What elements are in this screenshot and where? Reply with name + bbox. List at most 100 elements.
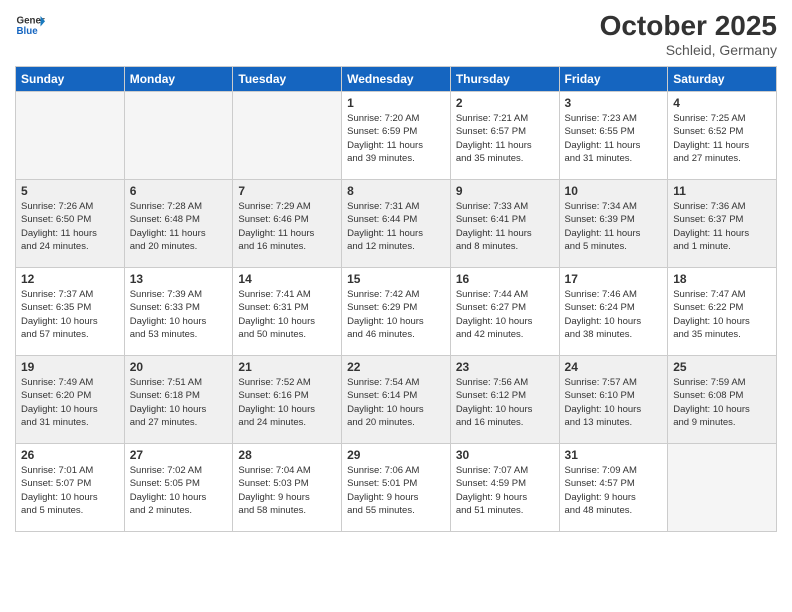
- day-info: Sunrise: 7:04 AMSunset: 5:03 PMDaylight:…: [238, 464, 336, 517]
- day-info: Sunrise: 7:41 AMSunset: 6:31 PMDaylight:…: [238, 288, 336, 341]
- page: General Blue October 2025 Schleid, Germa…: [0, 0, 792, 612]
- logo: General Blue: [15, 10, 49, 40]
- table-row: 14Sunrise: 7:41 AMSunset: 6:31 PMDayligh…: [233, 268, 342, 356]
- day-info: Sunrise: 7:36 AMSunset: 6:37 PMDaylight:…: [673, 200, 771, 253]
- calendar-header-row: Sunday Monday Tuesday Wednesday Thursday…: [16, 67, 777, 92]
- header: General Blue October 2025 Schleid, Germa…: [15, 10, 777, 58]
- day-number: 26: [21, 448, 119, 462]
- day-info: Sunrise: 7:23 AMSunset: 6:55 PMDaylight:…: [565, 112, 663, 165]
- table-row: 7 Sunrise: 7:29 AMSunset: 6:46 PMDaylight…: [233, 180, 342, 268]
- day-number: 1: [347, 96, 445, 110]
- day-number: 25: [673, 360, 771, 374]
- table-row: 3 Sunrise: 7:23 AMSunset: 6:55 PMDaylight…: [559, 92, 668, 180]
- day-number: 15: [347, 272, 445, 286]
- day-number: 16: [456, 272, 554, 286]
- calendar-week-row: 5 Sunrise: 7:26 AMSunset: 6:50 PMDaylight…: [16, 180, 777, 268]
- table-row: 6Sunrise: 7:28 AMSunset: 6:48 PMDaylight…: [124, 180, 233, 268]
- table-row: 8 Sunrise: 7:31 AMSunset: 6:44 PMDaylight…: [342, 180, 451, 268]
- title-block: October 2025 Schleid, Germany: [600, 10, 777, 58]
- day-info: Sunrise: 7:34 AMSunset: 6:39 PMDaylight:…: [565, 200, 663, 253]
- table-row: 22Sunrise: 7:54 AMSunset: 6:14 PMDayligh…: [342, 356, 451, 444]
- day-info: Sunrise: 7:06 AMSunset: 5:01 PMDaylight:…: [347, 464, 445, 517]
- table-row: 23 Sunrise: 7:56 AMSunset: 6:12 PMDayligh…: [450, 356, 559, 444]
- day-info: Sunrise: 7:31 AMSunset: 6:44 PMDaylight:…: [347, 200, 445, 253]
- table-row: 5 Sunrise: 7:26 AMSunset: 6:50 PMDaylight…: [16, 180, 125, 268]
- table-row: 16Sunrise: 7:44 AMSunset: 6:27 PMDayligh…: [450, 268, 559, 356]
- day-number: 23: [456, 360, 554, 374]
- calendar-week-row: 12 Sunrise: 7:37 AMSunset: 6:35 PMDayligh…: [16, 268, 777, 356]
- location: Schleid, Germany: [600, 42, 777, 58]
- day-info: Sunrise: 7:21 AMSunset: 6:57 PMDaylight:…: [456, 112, 554, 165]
- day-info: Sunrise: 7:59 AMSunset: 6:08 PMDaylight:…: [673, 376, 771, 429]
- table-row: 30 Sunrise: 7:07 AMSunset: 4:59 PMDayligh…: [450, 444, 559, 532]
- day-info: Sunrise: 7:57 AMSunset: 6:10 PMDaylight:…: [565, 376, 663, 429]
- day-number: 20: [130, 360, 228, 374]
- table-row: [16, 92, 125, 180]
- table-row: 2 Sunrise: 7:21 AMSunset: 6:57 PMDaylight…: [450, 92, 559, 180]
- day-number: 18: [673, 272, 771, 286]
- logo-icon: General Blue: [15, 10, 45, 40]
- day-number: 29: [347, 448, 445, 462]
- day-info: Sunrise: 7:56 AMSunset: 6:12 PMDaylight:…: [456, 376, 554, 429]
- col-monday: Monday: [124, 67, 233, 92]
- table-row: 9 Sunrise: 7:33 AMSunset: 6:41 PMDaylight…: [450, 180, 559, 268]
- table-row: 27Sunrise: 7:02 AMSunset: 5:05 PMDayligh…: [124, 444, 233, 532]
- day-number: 21: [238, 360, 336, 374]
- col-thursday: Thursday: [450, 67, 559, 92]
- table-row: 20 Sunrise: 7:51 AMSunset: 6:18 PMDayligh…: [124, 356, 233, 444]
- table-row: 31 Sunrise: 7:09 AMSunset: 4:57 PMDayligh…: [559, 444, 668, 532]
- table-row: 10Sunrise: 7:34 AMSunset: 6:39 PMDayligh…: [559, 180, 668, 268]
- table-row: 11 Sunrise: 7:36 AMSunset: 6:37 PMDayligh…: [668, 180, 777, 268]
- col-tuesday: Tuesday: [233, 67, 342, 92]
- table-row: 12 Sunrise: 7:37 AMSunset: 6:35 PMDayligh…: [16, 268, 125, 356]
- col-friday: Friday: [559, 67, 668, 92]
- day-info: Sunrise: 7:07 AMSunset: 4:59 PMDaylight:…: [456, 464, 554, 517]
- day-info: Sunrise: 7:02 AMSunset: 5:05 PMDaylight:…: [130, 464, 228, 517]
- day-number: 19: [21, 360, 119, 374]
- day-number: 7: [238, 184, 336, 198]
- day-number: 12: [21, 272, 119, 286]
- day-number: 9: [456, 184, 554, 198]
- table-row: [233, 92, 342, 180]
- col-sunday: Sunday: [16, 67, 125, 92]
- day-number: 8: [347, 184, 445, 198]
- day-info: Sunrise: 7:33 AMSunset: 6:41 PMDaylight:…: [456, 200, 554, 253]
- day-number: 24: [565, 360, 663, 374]
- day-info: Sunrise: 7:37 AMSunset: 6:35 PMDaylight:…: [21, 288, 119, 341]
- day-info: Sunrise: 7:29 AMSunset: 6:46 PMDaylight:…: [238, 200, 336, 253]
- table-row: 13Sunrise: 7:39 AMSunset: 6:33 PMDayligh…: [124, 268, 233, 356]
- calendar-table: Sunday Monday Tuesday Wednesday Thursday…: [15, 66, 777, 532]
- day-number: 28: [238, 448, 336, 462]
- day-number: 17: [565, 272, 663, 286]
- svg-text:Blue: Blue: [17, 26, 39, 37]
- calendar-week-row: 1 Sunrise: 7:20 AMSunset: 6:59 PMDaylight…: [16, 92, 777, 180]
- day-number: 2: [456, 96, 554, 110]
- col-saturday: Saturday: [668, 67, 777, 92]
- day-info: Sunrise: 7:09 AMSunset: 4:57 PMDaylight:…: [565, 464, 663, 517]
- table-row: 18Sunrise: 7:47 AMSunset: 6:22 PMDayligh…: [668, 268, 777, 356]
- day-number: 6: [130, 184, 228, 198]
- day-info: Sunrise: 7:46 AMSunset: 6:24 PMDaylight:…: [565, 288, 663, 341]
- day-info: Sunrise: 7:51 AMSunset: 6:18 PMDaylight:…: [130, 376, 228, 429]
- day-number: 31: [565, 448, 663, 462]
- day-number: 30: [456, 448, 554, 462]
- table-row: 26 Sunrise: 7:01 AMSunset: 5:07 PMDayligh…: [16, 444, 125, 532]
- table-row: 4Sunrise: 7:25 AMSunset: 6:52 PMDaylight…: [668, 92, 777, 180]
- day-info: Sunrise: 7:26 AMSunset: 6:50 PMDaylight:…: [21, 200, 119, 253]
- table-row: 1 Sunrise: 7:20 AMSunset: 6:59 PMDaylight…: [342, 92, 451, 180]
- month-title: October 2025: [600, 10, 777, 42]
- day-info: Sunrise: 7:49 AMSunset: 6:20 PMDaylight:…: [21, 376, 119, 429]
- day-info: Sunrise: 7:20 AMSunset: 6:59 PMDaylight:…: [347, 112, 445, 165]
- table-row: 28 Sunrise: 7:04 AMSunset: 5:03 PMDayligh…: [233, 444, 342, 532]
- day-info: Sunrise: 7:01 AMSunset: 5:07 PMDaylight:…: [21, 464, 119, 517]
- col-wednesday: Wednesday: [342, 67, 451, 92]
- day-number: 5: [21, 184, 119, 198]
- day-number: 3: [565, 96, 663, 110]
- table-row: [668, 444, 777, 532]
- table-row: 21 Sunrise: 7:52 AMSunset: 6:16 PMDayligh…: [233, 356, 342, 444]
- table-row: 17 Sunrise: 7:46 AMSunset: 6:24 PMDayligh…: [559, 268, 668, 356]
- day-info: Sunrise: 7:52 AMSunset: 6:16 PMDaylight:…: [238, 376, 336, 429]
- day-number: 4: [673, 96, 771, 110]
- day-number: 11: [673, 184, 771, 198]
- day-info: Sunrise: 7:42 AMSunset: 6:29 PMDaylight:…: [347, 288, 445, 341]
